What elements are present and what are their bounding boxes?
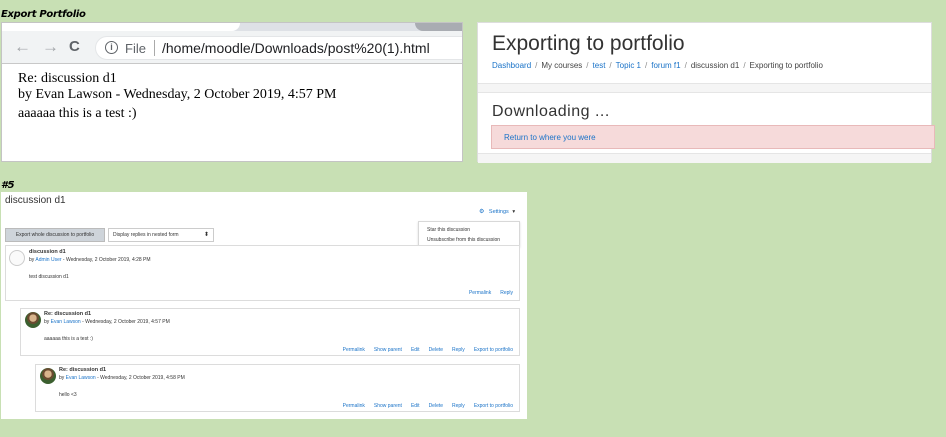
author-link[interactable]: Admin User bbox=[35, 257, 61, 263]
discussion-title: discussion d1 bbox=[5, 195, 66, 206]
gear-icon: ⚙ bbox=[479, 209, 485, 215]
breadcrumb-separator: / bbox=[586, 61, 589, 70]
export-discussion-button[interactable]: Export whole discussion to portfolio bbox=[5, 228, 105, 242]
post-title: Re: discussion d1 bbox=[18, 71, 117, 86]
breadcrumb-separator: / bbox=[609, 61, 612, 70]
post-date: - Wednesday, 2 October 2019, 4:58 PM bbox=[95, 375, 185, 381]
by-prefix: by bbox=[59, 375, 66, 381]
return-link[interactable]: Return to where you were bbox=[504, 133, 596, 142]
breadcrumb-item[interactable]: Topic 1 bbox=[616, 61, 641, 70]
action-show-parent[interactable]: Show parent bbox=[374, 347, 402, 353]
browser-toolbar: ← → C i File /home/moodle/Downloads/post… bbox=[2, 31, 462, 64]
settings-menu-toggle[interactable]: ⚙ Settings ▾ bbox=[479, 208, 515, 215]
menu-item-star[interactable]: Star this discussion bbox=[427, 227, 470, 233]
downloading-heading: Downloading ... bbox=[492, 103, 610, 120]
discussion-page: discussion d1 ⚙ Settings ▾ Star this dis… bbox=[1, 192, 527, 419]
action-delete[interactable]: Delete bbox=[429, 403, 443, 409]
post-actions: Permalink Show parent Edit Delete Reply Expor… bbox=[334, 347, 513, 353]
post-body: aaaaaa this is a test :) bbox=[44, 336, 93, 342]
tab-strip bbox=[2, 23, 462, 31]
avatar bbox=[9, 250, 25, 266]
url-text[interactable]: /home/moodle/Downloads/post%20(1).html bbox=[162, 40, 430, 56]
action-permalink[interactable]: Permalink bbox=[343, 347, 365, 353]
post-body: aaaaaa this is a test :) bbox=[18, 106, 137, 121]
breadcrumb-item[interactable]: forum f1 bbox=[651, 61, 680, 70]
post-byline: by Evan Lawson - Wednesday, 2 October 20… bbox=[59, 375, 185, 381]
post-date: - Wednesday, 2 October 2019, 4:28 PM bbox=[61, 257, 151, 263]
breadcrumb-item: My courses bbox=[541, 61, 583, 70]
caption-step-number: #5 bbox=[1, 180, 15, 191]
breadcrumb-item[interactable]: test bbox=[593, 61, 606, 70]
breadcrumb-separator: / bbox=[743, 61, 746, 70]
breadcrumb-item: discussion d1 bbox=[690, 61, 740, 70]
section-divider bbox=[478, 153, 931, 163]
avatar bbox=[40, 368, 56, 384]
post-actions: Permalink Show parent Edit Delete Reply Expor… bbox=[334, 403, 513, 409]
post-body: test discussion d1 bbox=[29, 274, 69, 280]
action-export-to-portfolio[interactable]: Export to portfolio bbox=[474, 403, 513, 409]
post-byline: by Admin User - Wednesday, 2 October 201… bbox=[29, 257, 151, 263]
post-date: - Wednesday, 2 October 2019, 4:57 PM bbox=[80, 319, 170, 325]
address-bar[interactable]: i File /home/moodle/Downloads/post%20(1)… bbox=[95, 36, 462, 60]
caret-down-icon: ▾ bbox=[512, 209, 516, 215]
moodle-export-page: Exporting to portfolio Dashboard / My cour… bbox=[477, 22, 935, 163]
action-edit[interactable]: Edit bbox=[411, 347, 420, 353]
active-tab[interactable] bbox=[2, 23, 240, 31]
select-caret-icon: ⬍ bbox=[203, 232, 209, 238]
post-body: hello <3 bbox=[59, 392, 77, 398]
return-alert: Return to where you were bbox=[491, 125, 935, 149]
settings-label: Settings bbox=[488, 209, 509, 215]
display-mode-value: Display replies in nested form bbox=[113, 232, 179, 238]
post-title: Re: discussion d1 bbox=[59, 367, 107, 373]
breadcrumb: Dashboard / My courses / test / Topic 1/forum … bbox=[492, 61, 823, 70]
section-divider bbox=[478, 83, 931, 93]
action-reply[interactable]: Reply bbox=[500, 290, 513, 296]
forum-post: Re: discussion d1 by Evan Lawson - Wedne… bbox=[20, 308, 520, 356]
address-separator bbox=[154, 40, 155, 56]
breadcrumb-item: Exporting to portfolio bbox=[749, 61, 823, 70]
post-actions: Permalink Reply bbox=[460, 290, 513, 296]
action-permalink[interactable]: Permalink bbox=[343, 403, 365, 409]
by-prefix: by bbox=[44, 319, 51, 325]
avatar bbox=[25, 312, 41, 328]
action-delete[interactable]: Delete bbox=[429, 347, 443, 353]
post-byline: by Evan Lawson - Wednesday, 2 October 20… bbox=[44, 319, 170, 325]
post-byline: by Evan Lawson - Wednesday, 2 October 20… bbox=[18, 87, 337, 102]
display-mode-select[interactable]: Display replies in nested form ⬍ bbox=[108, 228, 214, 242]
menu-item-unsubscribe[interactable]: Unsubscribe from this discussion bbox=[427, 237, 500, 243]
breadcrumb-separator: / bbox=[535, 61, 538, 70]
forum-post: Re: discussion d1 by Evan Lawson - Wedne… bbox=[35, 364, 520, 412]
action-permalink[interactable]: Permalink bbox=[469, 290, 491, 296]
breadcrumb-separator: / bbox=[645, 61, 648, 70]
action-reply[interactable]: Reply bbox=[452, 347, 465, 353]
url-scheme-label: File bbox=[125, 41, 146, 56]
action-reply[interactable]: Reply bbox=[452, 403, 465, 409]
browser-window: ← → C i File /home/moodle/Downloads/post… bbox=[1, 22, 463, 162]
reload-icon[interactable]: C bbox=[69, 39, 80, 55]
settings-dropdown: Star this discussion Unsubscribe from th… bbox=[418, 221, 520, 247]
action-edit[interactable]: Edit bbox=[411, 403, 420, 409]
forward-arrow-icon[interactable]: → bbox=[42, 38, 59, 55]
post-title: discussion d1 bbox=[29, 249, 66, 255]
forum-post: discussion d1 by Admin User - Wednesday,… bbox=[5, 245, 520, 301]
action-export-to-portfolio[interactable]: Export to portfolio bbox=[474, 347, 513, 353]
inactive-tab[interactable] bbox=[415, 23, 462, 31]
info-icon[interactable]: i bbox=[105, 41, 118, 54]
page-title: Exporting to portfolio bbox=[492, 32, 685, 55]
author-link[interactable]: Evan Lawson bbox=[66, 375, 96, 381]
author-link[interactable]: Evan Lawson bbox=[51, 319, 81, 325]
breadcrumb-item[interactable]: Dashboard bbox=[492, 61, 531, 70]
breadcrumb-separator: / bbox=[684, 61, 687, 70]
caption-export-portfolio: Export Portfolio bbox=[1, 9, 86, 20]
post-title: Re: discussion d1 bbox=[44, 311, 92, 317]
page-content: Re: discussion d1 by Evan Lawson - Wedne… bbox=[18, 71, 337, 122]
action-show-parent[interactable]: Show parent bbox=[374, 403, 402, 409]
back-arrow-icon[interactable]: ← bbox=[14, 38, 31, 55]
